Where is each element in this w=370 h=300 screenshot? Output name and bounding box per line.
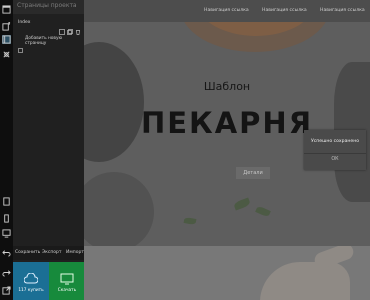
new-page-icon[interactable] xyxy=(2,22,11,31)
leaf-decoration xyxy=(233,197,251,211)
buy-label: 117 купить xyxy=(18,288,44,293)
import-button[interactable]: Импорт xyxy=(66,250,84,255)
hero-subtitle: Шаблон xyxy=(203,80,251,93)
nav-link[interactable]: Навигация ссылка xyxy=(262,8,307,13)
monitor-icon xyxy=(60,270,74,285)
cloud-icon xyxy=(23,270,39,284)
leaf-decoration xyxy=(255,205,271,218)
nav-link[interactable]: Навигация ссылка xyxy=(204,8,249,13)
download-tile[interactable]: Скачать xyxy=(49,262,84,300)
site-nav: Навигация ссылка Навигация ссылка Навига… xyxy=(84,0,370,22)
monitor-icon[interactable] xyxy=(2,229,11,238)
undo-icon[interactable] xyxy=(2,248,11,257)
desktop-view-icon[interactable] xyxy=(2,197,11,206)
dialog-divider xyxy=(304,153,366,154)
panel-bottom-bar: Сохранить Экспорт Импорт xyxy=(13,246,84,260)
add-page-label: Добавить новую страницу xyxy=(25,36,63,47)
download-label: Скачать xyxy=(57,288,77,293)
duplicate-page-icon[interactable] xyxy=(67,20,73,35)
buy-tile[interactable]: 117 купить xyxy=(13,262,49,300)
external-link-icon[interactable] xyxy=(2,286,11,295)
export-button[interactable]: Экспорт xyxy=(42,250,62,255)
delete-page-icon[interactable] xyxy=(75,20,81,35)
hand-image xyxy=(260,262,350,300)
dough-image xyxy=(84,172,154,246)
dialog-message: Успешно сохранено xyxy=(310,139,360,144)
pages-panel: Страницы проекта Index Добавить новую ст… xyxy=(13,0,84,300)
canvas-preview: Навигация ссылка Навигация ссылка Навига… xyxy=(84,0,370,300)
mobile-view-icon[interactable] xyxy=(2,214,11,223)
page-row-index[interactable]: Index xyxy=(13,18,84,35)
lower-section xyxy=(84,246,370,300)
ok-button[interactable]: ОК xyxy=(304,157,366,162)
page-settings-icon[interactable] xyxy=(59,20,65,35)
app-root: Страницы проекта Index Добавить новую ст… xyxy=(0,0,370,300)
nav-link[interactable]: Навигация ссылка xyxy=(320,8,365,13)
save-success-dialog: Успешно сохранено ОК xyxy=(304,130,366,170)
page-name: Index xyxy=(18,20,31,25)
layout-icon[interactable] xyxy=(2,35,11,44)
settings-icon[interactable] xyxy=(2,50,11,59)
details-button[interactable]: Детали xyxy=(236,167,270,179)
add-page-button[interactable]: Добавить новую страницу xyxy=(18,36,82,53)
panel-title: Страницы проекта xyxy=(17,2,77,9)
add-page-icon xyxy=(18,38,23,53)
pages-icon[interactable] xyxy=(2,5,11,14)
redo-icon[interactable] xyxy=(2,268,11,277)
left-toolbar xyxy=(0,0,13,300)
leaf-decoration xyxy=(183,217,197,225)
plate-image xyxy=(84,42,144,162)
save-button[interactable]: Сохранить xyxy=(15,250,40,255)
